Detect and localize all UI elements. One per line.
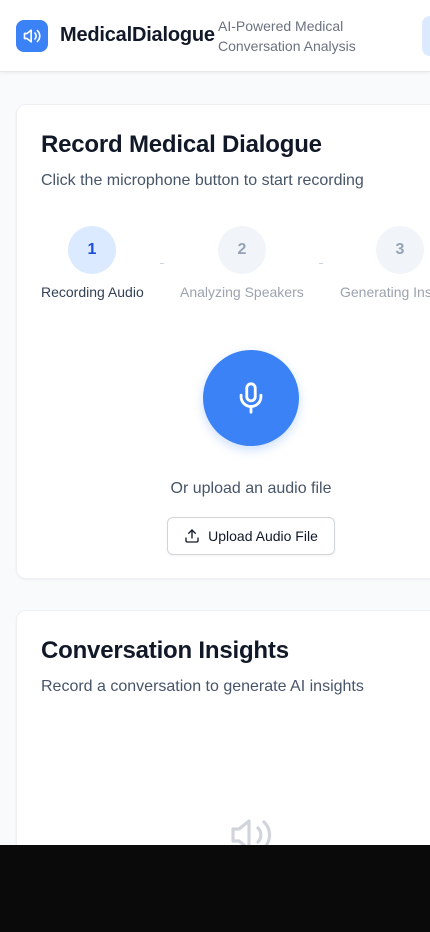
upload-hint-text: Or upload an audio file (170, 480, 332, 497)
logo[interactable] (16, 20, 48, 52)
step-3-indicator: 3 (376, 226, 424, 274)
app-subtitle: AI-Powered Medical Conversation Analysis (218, 18, 356, 54)
record-card-description: Click the microphone button to start rec… (41, 172, 364, 189)
insights-card-title: Conversation Insights (41, 637, 289, 664)
system-bottom-bar (0, 845, 430, 932)
upload-audio-button[interactable]: Upload Audio File (167, 517, 335, 555)
app-viewport: MedicalDialogue AI-Powered Medical Conve… (0, 0, 430, 932)
step-1-indicator: 1 (68, 226, 116, 274)
step-3-label: Generating Insights (340, 284, 430, 300)
speaker-icon (23, 29, 41, 43)
header-action-button[interactable] (422, 16, 430, 56)
step-connector (160, 263, 164, 264)
record-dialogue-card: Record Medical Dialogue Click the microp… (16, 104, 430, 579)
step-2-indicator: 2 (218, 226, 266, 274)
upload-button-label: Upload Audio File (208, 528, 318, 544)
step-connector (319, 263, 323, 264)
insights-card-description: Record a conversation to generate AI ins… (41, 678, 364, 695)
app-title: MedicalDialogue (60, 24, 215, 46)
app-header: MedicalDialogue AI-Powered Medical Conve… (0, 0, 430, 72)
step-2-label: Analyzing Speakers (180, 284, 304, 300)
upload-icon (185, 529, 199, 543)
microphone-icon (239, 382, 263, 414)
record-card-title: Record Medical Dialogue (41, 131, 322, 158)
step-1-label: Recording Audio (41, 284, 144, 300)
record-microphone-button[interactable] (203, 350, 299, 446)
